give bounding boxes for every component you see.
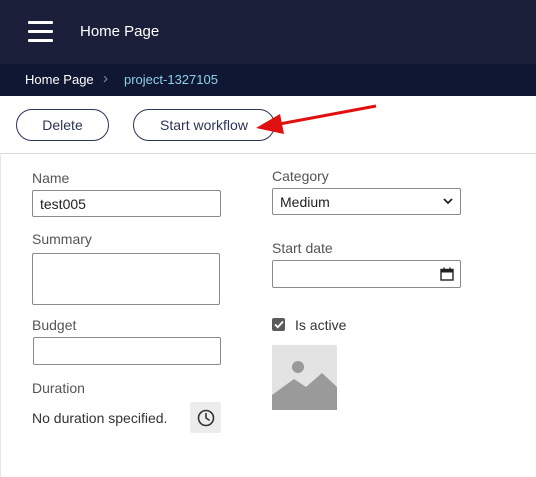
calendar-icon[interactable] xyxy=(440,267,454,281)
app-title: Home Page xyxy=(80,23,160,40)
name-label: Name xyxy=(32,170,70,186)
budget-field[interactable] xyxy=(33,337,221,365)
category-label: Category xyxy=(272,168,329,184)
breadcrumb-separator-icon: › xyxy=(103,70,108,87)
hamburger-menu-icon[interactable] xyxy=(28,21,53,43)
detail-form: Name test005 Summary Budget Duration No … xyxy=(0,155,536,477)
budget-label: Budget xyxy=(32,317,77,333)
is-active-label: Is active xyxy=(295,317,347,333)
chevron-down-icon xyxy=(443,198,453,205)
category-selected-value: Medium xyxy=(280,193,330,210)
start-workflow-button[interactable]: Start workflow xyxy=(133,109,275,141)
checkmark-icon xyxy=(273,320,284,329)
name-field[interactable]: test005 xyxy=(32,190,221,217)
delete-button[interactable]: Delete xyxy=(16,109,109,141)
app-header: Home Page xyxy=(0,0,536,64)
breadcrumb-home-link[interactable]: Home Page xyxy=(25,72,94,87)
summary-label: Summary xyxy=(32,231,92,247)
clock-icon xyxy=(197,409,214,426)
duration-picker-button[interactable] xyxy=(190,402,221,433)
duration-value: No duration specified. xyxy=(32,410,168,426)
action-toolbar: Delete Start workflow xyxy=(0,96,536,154)
start-date-label: Start date xyxy=(272,240,333,256)
is-active-checkbox[interactable] xyxy=(272,318,285,331)
breadcrumb: Home Page › project-1327105 xyxy=(0,64,536,96)
start-date-field[interactable] xyxy=(272,260,461,288)
image-placeholder-icon xyxy=(272,361,337,410)
duration-label: Duration xyxy=(32,380,85,396)
image-placeholder[interactable] xyxy=(272,345,337,410)
summary-field[interactable] xyxy=(32,253,220,305)
breadcrumb-current: project-1327105 xyxy=(124,72,218,87)
category-select[interactable]: Medium xyxy=(272,188,461,215)
